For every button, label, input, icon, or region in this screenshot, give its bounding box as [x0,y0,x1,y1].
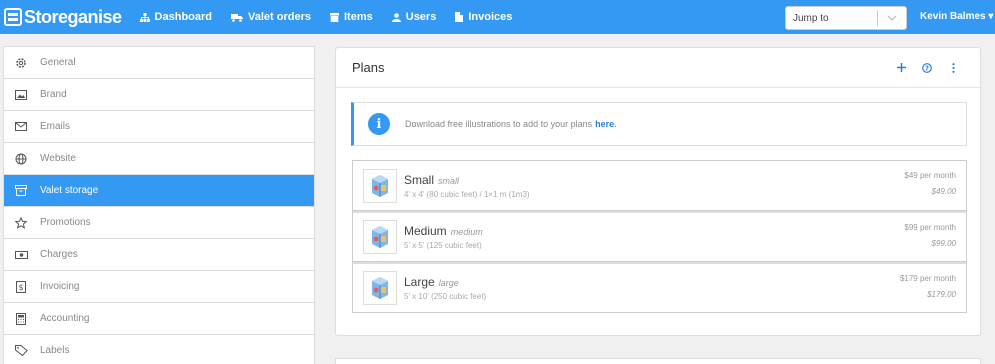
sidebar-item-label: Labels [40,345,70,356]
money-icon [14,248,28,262]
plan-row-large[interactable]: Large large 5' x 10' (250 cubic feet) $17… [352,262,967,313]
sidebar-item-promotions[interactable]: Promotions [4,207,314,239]
info-text: Download free illustrations to add to yo… [405,119,617,129]
sidebar-item-brand[interactable]: Brand [4,79,314,111]
sidebar-item-label: Valet storage [40,185,99,196]
plan-illustration-icon [363,168,397,203]
sidebar-item-label: Emails [40,121,71,132]
dollar-doc-icon: $ [14,280,28,294]
help-icon[interactable]: ? [914,62,940,73]
top-navbar: Storeganise Dashboard Valet orders Items… [0,0,995,34]
tag-icon [14,344,28,358]
plan-price: $49 per month $49.00 [904,171,956,196]
sidebar-item-label: Website [40,153,76,164]
sidebar-item-valet-storage[interactable]: Valet storage [4,175,314,207]
info-suffix: . [614,119,617,129]
plan-price-amount: $49.00 [931,187,956,196]
truck-icon [231,13,244,22]
plan-row-small[interactable]: Small small 4' x 4' (80 cubic feet) / 1×1… [352,160,967,211]
plans-panel: Plans ? i Download free illustrations to… [335,47,981,336]
gear-icon [14,56,28,70]
archive-icon [14,184,28,198]
sidebar-item-charges[interactable]: Charges [4,239,314,271]
calculator-icon [14,312,28,326]
svg-text:?: ? [925,64,929,72]
sidebar-item-accounting[interactable]: Accounting [4,303,314,335]
sitemap-icon [139,12,150,22]
sidebar-item-general[interactable]: General [4,47,314,79]
sidebar-item-label: Accounting [40,313,90,324]
plan-description: 5' x 5' (125 cubic feet) [404,241,482,250]
illustrations-link[interactable]: here [595,119,614,129]
nav-label: Dashboard [154,11,213,23]
nav-dashboard[interactable]: Dashboard [139,11,213,23]
sidebar-item-label: Brand [40,89,67,100]
user-icon [391,12,401,22]
secondary-panel [335,358,981,364]
star-icon [14,216,28,230]
nav-label: Items [344,11,373,23]
box-icon [330,12,339,22]
sidebar-item-labels[interactable]: Labels [4,335,314,364]
page-title: Plans [352,60,385,75]
sidebar-item-invoicing[interactable]: $ Invoicing [4,271,314,303]
plan-illustration-icon [363,220,397,254]
svg-text:$: $ [18,283,23,292]
panel-actions: ? [888,62,966,73]
sidebar-item-website[interactable]: Website [4,143,314,175]
plan-price-monthly: $179 per month [899,274,956,283]
plan-code: large [438,278,459,288]
plan-info: Small small 4' x 4' (80 cubic feet) / 1×1… [404,173,530,199]
globe-icon [14,152,28,166]
plan-name: Large [404,275,435,289]
chevron-down-icon[interactable] [878,15,906,21]
envelope-icon [14,120,28,134]
sidebar-item-label: Charges [40,249,78,260]
nav-users[interactable]: Users [391,11,437,23]
plan-price-amount: $99.00 [931,239,956,248]
nav-label: Valet orders [248,11,311,23]
sidebar-item-label: General [40,57,76,68]
plus-icon[interactable] [888,63,914,72]
plan-name: Small [404,172,435,187]
more-vertical-icon[interactable] [940,62,966,73]
plan-name: Medium [404,224,447,238]
nav-valet-orders[interactable]: Valet orders [231,11,311,23]
plan-price: $99 per month $99.00 [904,223,956,248]
plan-price-monthly: $99 per month [904,223,956,232]
brand[interactable]: Storeganise [4,0,122,34]
plan-description: 5' x 10' (250 cubic feet) [404,292,487,301]
plans-list: Small small 4' x 4' (80 cubic feet) / 1×1… [352,160,967,313]
brand-name: Storeganise [24,6,122,27]
plan-row-medium[interactable]: Medium medium 5' x 5' (125 cubic feet) $9… [352,211,967,262]
info-alert: i Download free illustrations to add to … [351,102,967,146]
info-icon: i [368,113,390,135]
plan-info: Large large 5' x 10' (250 cubic feet) [404,275,486,301]
plan-price-monthly: $49 per month [904,171,956,180]
jump-to-placeholder: Jump to [793,12,829,24]
jump-to-select[interactable]: Jump to [785,6,907,30]
nav-invoices[interactable]: Invoices [455,11,512,23]
plan-price-amount: $179.00 [927,290,956,299]
sidebar-item-label: Invoicing [40,281,80,292]
panel-header: Plans ? [336,48,980,88]
plan-code: medium [450,227,483,237]
nav-label: Invoices [468,11,513,23]
sidebar-item-emails[interactable]: Emails [4,111,314,143]
plan-description: 4' x 4' (80 cubic feet) / 1×1 m (1m3) [404,189,530,199]
settings-sidebar: General Brand Emails Website Valet stora… [3,46,315,364]
image-icon [14,88,28,102]
brand-logo-icon [4,8,22,26]
file-icon [455,12,464,22]
nav-label: Users [405,11,437,23]
nav-items[interactable]: Items [330,11,373,23]
nav-links: Dashboard Valet orders Items Users Invoi… [139,0,532,34]
info-message: Download free illustrations to add to yo… [405,119,593,129]
plan-info: Medium medium 5' x 5' (125 cubic feet) [404,224,483,250]
sidebar-item-label: Promotions [40,217,91,228]
plan-price: $179 per month $179.00 [900,274,956,299]
user-menu[interactable]: Kevin Balmes ▾ [920,11,993,22]
plan-code: small [438,175,460,186]
plan-illustration-icon [363,271,397,305]
